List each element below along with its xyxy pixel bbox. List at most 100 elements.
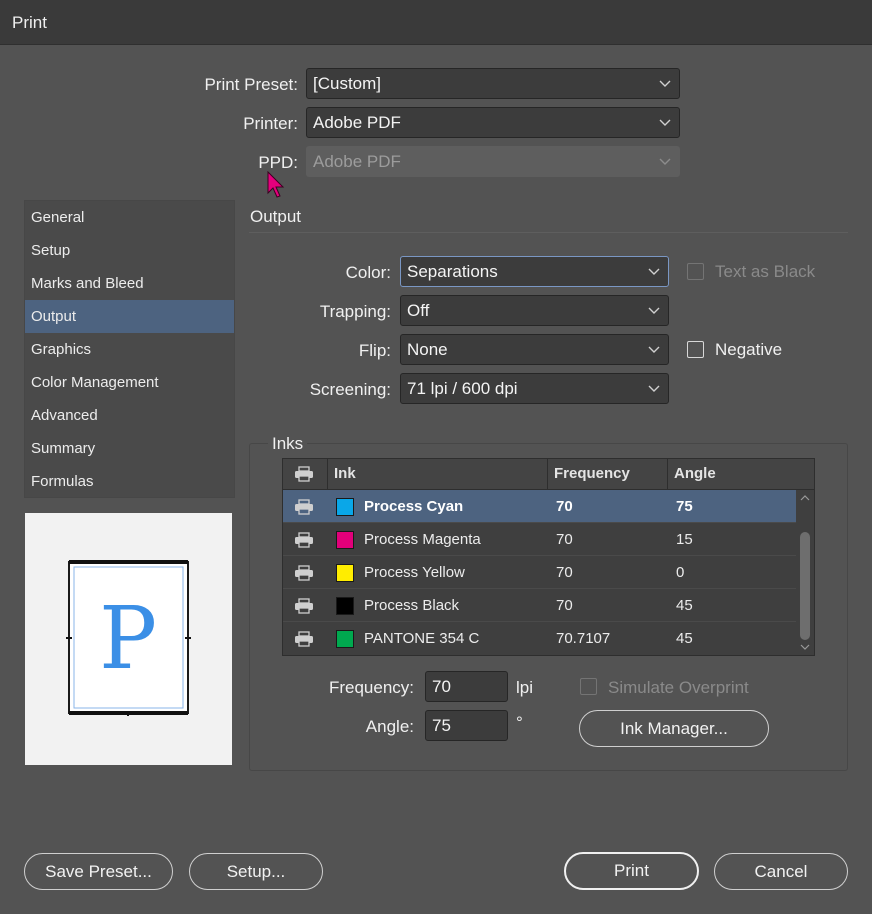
chevron-down-icon[interactable] [800, 643, 810, 651]
cancel-button[interactable]: Cancel [714, 853, 848, 890]
text-as-black-label: Text as Black [715, 262, 816, 281]
ink-swatch [336, 498, 354, 516]
sidebar-item-graphics[interactable]: Graphics [25, 333, 234, 366]
title-bar: Print [0, 0, 872, 45]
inks-table: Ink Frequency Angle Process Cyan 70 75 P… [282, 458, 815, 656]
sidebar-item-formulas[interactable]: Formulas [25, 465, 234, 498]
table-row[interactable]: Process Black 70 45 [283, 589, 796, 622]
table-row[interactable]: PANTONE 354 C 70.7107 45 [283, 622, 796, 655]
screening-value: 71 lpi / 600 dpi [407, 379, 518, 398]
save-preset-button[interactable]: Save Preset... [24, 853, 173, 890]
sidebar-item-output[interactable]: Output [25, 300, 234, 333]
ink-angle: 45 [676, 630, 693, 647]
negative-label: Negative [715, 340, 783, 359]
page-preview[interactable]: P [25, 513, 232, 765]
ink-frequency: 70.7107 [556, 630, 611, 647]
printer-icon[interactable] [294, 631, 314, 647]
ink-swatch [336, 564, 354, 582]
sidebar-item-summary[interactable]: Summary [25, 432, 234, 465]
ink-name: Process Yellow [364, 564, 465, 581]
chevron-up-icon[interactable] [800, 494, 810, 502]
sidebar-item-color-management[interactable]: Color Management [25, 366, 234, 399]
angle-unit: ° [516, 713, 523, 732]
window-title: Print [12, 13, 47, 32]
frequency-input[interactable]: 70 [425, 671, 508, 702]
printer-icon [295, 466, 313, 482]
ink-name: Process Magenta [364, 531, 481, 548]
ink-name: Process Black [364, 597, 460, 614]
printer-icon[interactable] [294, 565, 314, 581]
scrollbar-thumb[interactable] [800, 532, 810, 640]
ink-manager-button[interactable]: Ink Manager... [579, 710, 769, 747]
sidebar-item-advanced[interactable]: Advanced [25, 399, 234, 432]
print-preset-label: Print Preset: [204, 75, 298, 94]
ink-swatch [336, 597, 354, 615]
angle-column-header[interactable]: Angle [668, 459, 716, 489]
table-row[interactable]: Process Yellow 70 0 [283, 556, 796, 589]
chevron-down-icon [648, 346, 660, 353]
screening-dropdown[interactable]: 71 lpi / 600 dpi [400, 373, 669, 404]
ppd-dropdown: Adobe PDF [306, 146, 680, 177]
ppd-value: Adobe PDF [313, 152, 401, 171]
simulate-overprint-checkbox[interactable] [580, 678, 597, 695]
chevron-down-icon [648, 268, 660, 275]
setup-button[interactable]: Setup... [189, 853, 323, 890]
printer-dropdown[interactable]: Adobe PDF [306, 107, 680, 138]
chevron-down-icon [659, 158, 671, 165]
ink-name: PANTONE 354 C [364, 630, 480, 647]
sidebar-item-setup[interactable]: Setup [25, 234, 234, 267]
trapping-dropdown[interactable]: Off [400, 295, 669, 326]
flip-label: Flip: [358, 341, 391, 360]
sidebar-item-general[interactable]: General [25, 201, 234, 234]
inks-group-title: Inks [268, 434, 308, 454]
table-row[interactable]: Process Magenta 70 15 [283, 523, 796, 556]
category-list: General Setup Marks and Bleed Output Gra… [24, 200, 235, 498]
mouse-cursor-icon [267, 171, 285, 198]
ink-angle: 45 [676, 597, 693, 614]
text-as-black-checkbox[interactable] [687, 263, 704, 280]
printer-label: Printer: [243, 114, 298, 133]
frequency-column-header[interactable]: Frequency [548, 459, 630, 489]
inks-table-header: Ink Frequency Angle [283, 459, 814, 490]
flip-value: None [407, 340, 448, 359]
section-divider [249, 232, 848, 233]
table-row[interactable]: Process Cyan 70 75 [283, 490, 796, 523]
trapping-label: Trapping: [319, 302, 391, 321]
ink-angle: 75 [676, 498, 693, 515]
printer-icon[interactable] [294, 499, 314, 515]
frequency-unit: lpi [516, 678, 534, 697]
angle-input[interactable]: 75 [425, 710, 508, 741]
print-preset-dropdown[interactable]: [Custom] [306, 68, 680, 99]
ink-swatch [336, 630, 354, 648]
angle-label: Angle: [365, 717, 414, 736]
printer-value: Adobe PDF [313, 113, 401, 132]
trapping-value: Off [407, 301, 430, 320]
screening-label: Screening: [309, 380, 391, 399]
ink-frequency: 70 [556, 597, 573, 614]
output-section-title: Output [250, 207, 302, 226]
chevron-down-icon [659, 119, 671, 126]
printer-icon[interactable] [294, 532, 314, 548]
ink-column-header[interactable]: Ink [328, 459, 356, 489]
sidebar-item-marks-and-bleed[interactable]: Marks and Bleed [25, 267, 234, 300]
flip-dropdown[interactable]: None [400, 334, 669, 365]
negative-checkbox[interactable] [687, 341, 704, 358]
page-thumbnail: P [66, 560, 191, 716]
inks-scrollbar[interactable] [796, 490, 814, 655]
chevron-down-icon [648, 385, 660, 392]
chevron-down-icon [648, 307, 660, 314]
ink-name: Process Cyan [364, 498, 464, 515]
ink-frequency: 70 [556, 531, 573, 548]
chevron-down-icon [659, 80, 671, 87]
ppd-label: PPD: [258, 153, 298, 172]
print-button[interactable]: Print [564, 852, 699, 890]
ink-frequency: 70 [556, 564, 573, 581]
ink-swatch [336, 531, 354, 549]
printer-icon[interactable] [294, 598, 314, 614]
frequency-label: Frequency: [328, 678, 414, 697]
ink-angle: 0 [676, 564, 685, 581]
print-preset-value: [Custom] [313, 74, 382, 93]
simulate-overprint-label: Simulate Overprint [608, 678, 749, 697]
ink-angle: 15 [676, 531, 693, 548]
color-dropdown[interactable]: Separations [400, 256, 669, 287]
